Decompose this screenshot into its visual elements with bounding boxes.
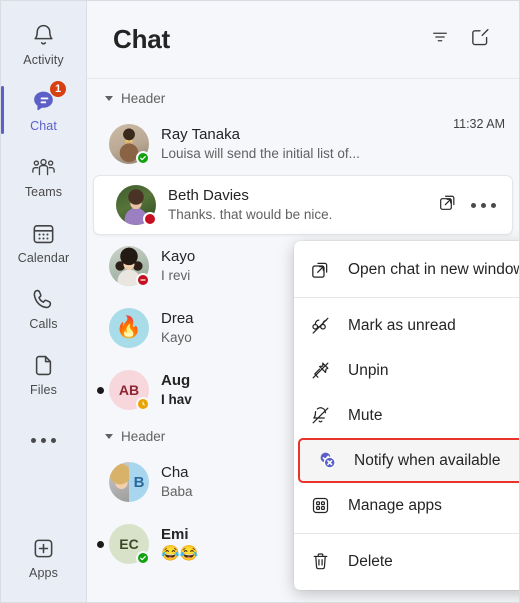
mark-unread-icon [310,315,340,336]
rail-item-label: Teams [24,185,63,199]
page-title: Chat [113,24,170,54]
menu-item-notify-when-available[interactable]: Notify when available [298,438,519,483]
rail-item-calls[interactable]: Calls [1,275,87,341]
rail-item-teams[interactable]: Teams [1,143,87,209]
rail-item-label: Apps [29,566,58,580]
unread-indicator [97,540,104,548]
menu-item-open-chat-in-new-window[interactable]: Open chat in new window [294,247,520,292]
chat-unread-badge: 1 [49,80,67,98]
people-icon [30,153,57,181]
unpin-icon [310,360,340,381]
rail-item-label: Calls [29,317,58,331]
open-in-new-window-icon [310,260,340,280]
rail-item-apps[interactable]: Apps [1,524,87,590]
rail-more-options[interactable] [1,407,87,473]
list-item-texts: Beth Davies Thanks. that would be nice. [168,186,426,224]
filter-button[interactable] [423,23,457,57]
open-in-new-window-button[interactable] [432,190,462,220]
menu-item-label: Mark as unread [348,316,456,334]
rail-item-activity[interactable]: Activity [1,11,87,77]
new-chat-button[interactable] [463,23,497,57]
menu-item-delete[interactable]: Delete [294,539,519,584]
open-in-new-window-icon [438,193,457,217]
avatar: EC [109,524,150,565]
avatar-initials: EC [119,536,139,552]
unread-indicator [97,386,104,394]
menu-item-mute[interactable]: Mute [294,393,519,438]
group-label: Header [121,428,166,444]
menu-item-label: Notify when available [354,451,501,469]
menu-separator [294,297,519,298]
menu-item-mark-as-unread[interactable]: Mark as unread [294,303,519,348]
presence-badge-available [136,551,150,565]
rail-item-label: Files [30,383,57,397]
rail-item-calendar[interactable]: Calendar [1,209,87,275]
avatar-initials: AB [118,382,140,398]
chevron-down-icon [105,433,113,439]
list-item[interactable]: Ray Tanaka Louisa will send the initial … [87,113,519,175]
delete-trash-icon [310,551,340,572]
filter-icon [430,27,450,52]
chat-bubble-icon: 1 [30,80,67,115]
more-options-icon [31,426,56,454]
calendar-icon [31,219,56,247]
presence-badge-available [136,151,150,165]
list-group-header-1[interactable]: Header [87,83,519,113]
avatar [116,185,157,226]
menu-item-label: Mute [348,406,383,424]
avatar [109,246,150,287]
menu-item-label: Manage apps [348,496,442,514]
avatar-initials: B [133,473,145,491]
teams-chat-window: Activity 1 Chat Teams Calendar Calls Fil… [0,0,520,603]
list-item-selected[interactable]: Beth Davies Thanks. that would be nice. [93,175,513,235]
more-options-button[interactable] [468,190,498,220]
rail-item-files[interactable]: Files [1,341,87,407]
menu-item-label: Delete [348,552,393,570]
phone-icon [31,285,56,313]
app-rail: Activity 1 Chat Teams Calendar Calls Fil… [1,1,87,602]
list-item-texts: Ray Tanaka Louisa will send the initial … [161,125,445,163]
menu-separator [294,533,519,534]
menu-item-label: Open chat in new window [348,260,520,278]
apps-plus-icon [31,534,56,562]
presence-badge-busy [143,212,157,226]
rail-item-label: Chat [30,119,57,133]
presence-badge-busy [136,273,150,287]
list-item-actions [432,190,498,220]
avatar: 🔥 [109,308,149,348]
avatar-emoji-fire: 🔥 [109,308,149,348]
bell-icon [31,21,56,49]
chat-header: Chat [87,1,519,79]
list-item-name: Beth Davies [168,187,249,204]
more-options-icon [470,202,496,208]
context-menu[interactable]: Open chat in new window Mark as unread U… [294,241,520,590]
rail-item-chat[interactable]: 1 Chat [1,77,87,143]
menu-item-manage-apps[interactable]: Manage apps [294,483,519,528]
file-icon [31,351,56,379]
group-label: Header [121,90,166,106]
list-item-preview: Louisa will send the initial list of... [161,146,360,161]
compose-icon [469,26,491,53]
mute-bell-icon [310,405,340,426]
menu-item-label: Unpin [348,361,389,379]
manage-apps-icon [310,495,340,516]
list-item-name: Ray Tanaka [161,126,240,143]
avatar: AB [109,370,150,411]
avatar-split-b: B [109,462,149,502]
rail-item-label: Calendar [17,251,70,265]
notify-when-available-icon [316,449,346,472]
chevron-down-icon [105,95,113,101]
avatar [109,124,150,165]
menu-item-unpin[interactable]: Unpin [294,348,519,393]
avatar: B [109,462,149,502]
list-item-time: 11:32 AM [453,117,505,131]
list-item-preview: Thanks. that would be nice. [168,207,333,222]
presence-badge-away [136,397,150,411]
chat-pane: Chat Header Ray Tanaka Louisa will send … [87,1,519,602]
rail-item-label: Activity [23,53,64,67]
